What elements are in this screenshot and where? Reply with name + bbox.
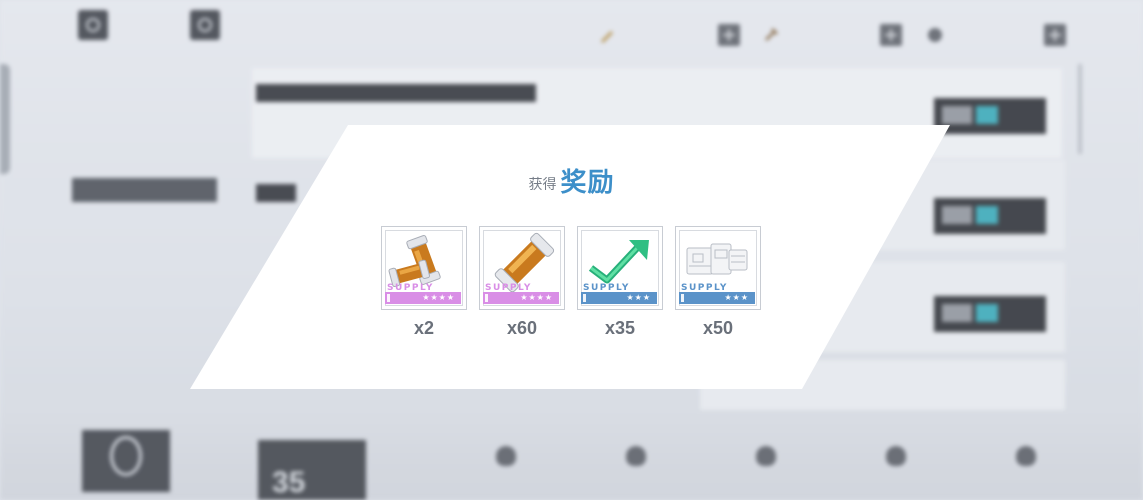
reward-item[interactable]: ★★★ SUPPLY	[577, 226, 663, 310]
supply-label: SUPPLY	[387, 283, 434, 293]
reward-item[interactable]: ★★★★ SUPPLY	[479, 226, 565, 310]
title-main: 奖励	[560, 167, 615, 197]
rarity-stars: ★★★★	[520, 293, 553, 302]
title-prefix: 获得	[528, 176, 557, 192]
reward-item[interactable]: ★★★★ SUPPLY	[381, 226, 467, 310]
supply-label: SUPPLY	[583, 283, 630, 293]
supply-label: SUPPLY	[485, 283, 532, 293]
reward-quantity: x35	[604, 318, 636, 338]
reward-popup-title: 获得 奖励	[0, 162, 1143, 199]
rarity-band: ★★★	[581, 292, 657, 304]
rarity-stars: ★★★	[724, 293, 749, 302]
rarity-band: ★★★★	[385, 292, 461, 304]
rarity-band: ★★★★	[483, 292, 559, 304]
rarity-stars: ★★★	[626, 293, 651, 302]
supply-label: SUPPLY	[681, 283, 728, 293]
reward-quantity: x50	[702, 318, 734, 338]
reward-quantity: x2	[413, 318, 435, 338]
rarity-stars: ★★★★	[422, 293, 455, 302]
reward-popup-panel[interactable]	[0, 0, 1143, 500]
reward-item[interactable]: ★★★ SUPPLY	[675, 226, 761, 310]
rarity-band: ★★★	[679, 292, 755, 304]
reward-quantity: x60	[506, 318, 538, 338]
